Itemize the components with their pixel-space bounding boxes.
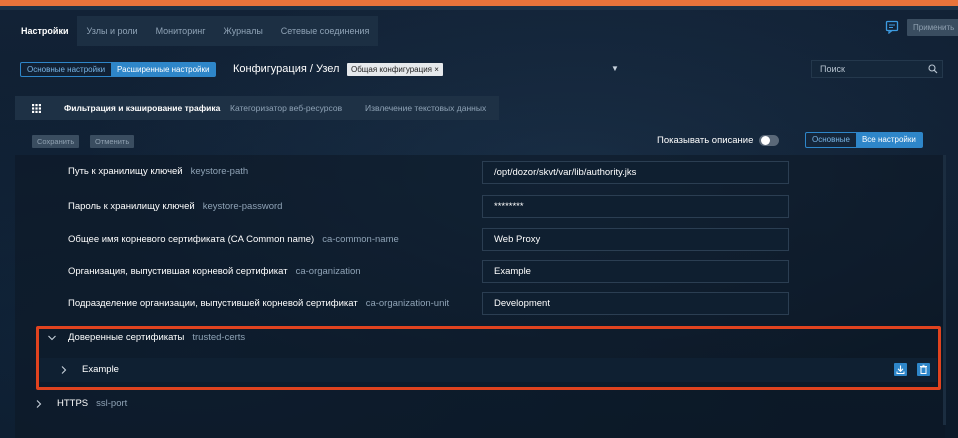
keystore-path-field[interactable]: /opt/dozor/skvt/var/lib/authority.jks: [482, 161, 789, 184]
setting-key: keystore-password: [202, 201, 283, 212]
setting-key: ca-common-name: [322, 234, 399, 245]
toggle-knob: [761, 136, 770, 145]
view-switch: Основные Все настройки: [805, 132, 923, 148]
cancel-button[interactable]: Отменить: [90, 135, 135, 148]
setting-key: ca-organization-unit: [365, 298, 450, 309]
ca-common-name-field[interactable]: Web Proxy: [482, 228, 789, 251]
apply-button[interactable]: Применить: [907, 19, 958, 36]
highlight-frame: [36, 326, 941, 390]
show-description-label: Показывать описание: [657, 135, 754, 146]
setting-label-ca-organization: Организация, выпустившая корневой сертиф…: [68, 266, 361, 277]
top-strip: [0, 6, 958, 10]
tab-logs[interactable]: Журналы: [214, 16, 272, 46]
setting-key: keystore-path: [190, 166, 249, 177]
scrollbar[interactable]: [943, 155, 946, 425]
config-dropdown-caret-icon[interactable]: ▼: [611, 64, 619, 73]
comment-icon[interactable]: [885, 20, 899, 34]
ca-organization-field[interactable]: Example: [482, 260, 789, 283]
tab-traffic-filtering[interactable]: Фильтрация и кэширование трафика: [56, 96, 228, 120]
grid-menu-icon[interactable]: [32, 104, 41, 113]
tab-settings[interactable]: Настройки: [12, 16, 77, 46]
advanced-settings-button[interactable]: Расширенные настройки: [111, 63, 216, 76]
show-description-toggle[interactable]: [759, 135, 779, 146]
tab-network-connections[interactable]: Сетевые соединения: [271, 16, 379, 46]
save-button[interactable]: Сохранить: [32, 135, 80, 148]
setting-label-ca-organization-unit: Подразделение организации, выпустившей к…: [68, 298, 450, 309]
setting-key: ssl-port: [96, 398, 128, 409]
ca-organization-unit-field[interactable]: Development: [482, 292, 789, 315]
config-filter-tag[interactable]: Общая конфигурация ×: [347, 63, 443, 76]
setting-label-keystore-path: Путь к хранилищу ключей keystore-path: [68, 166, 249, 177]
main-tab-bar: Настройки Узлы и роли Мониторинг Журналы…: [12, 16, 379, 46]
basic-settings-button[interactable]: Основные настройки: [21, 63, 111, 76]
setting-label-keystore-password: Пароль к хранилищу ключей keystore-passwo…: [68, 201, 283, 212]
page-title: Конфигурация / Узел: [233, 63, 340, 75]
search-icon: [928, 64, 938, 74]
chevron-right-icon[interactable]: [35, 400, 43, 408]
settings-mode-switch: Основные настройки Расширенные настройки: [20, 62, 217, 77]
tab-web-categorizer[interactable]: Категоризатор веб-ресурсов: [222, 96, 350, 120]
tab-text-extraction[interactable]: Извлечение текстовых данных: [357, 96, 494, 120]
tab-nodes-roles[interactable]: Узлы и роли: [77, 16, 147, 46]
setting-label-ca-common-name: Общее имя корневого сертификата (CA Comm…: [68, 234, 399, 245]
all-settings-button[interactable]: Все настройки: [855, 133, 922, 147]
keystore-password-field[interactable]: ********: [482, 195, 789, 218]
search-placeholder: Поиск: [820, 64, 845, 74]
basic-view-button[interactable]: Основные: [806, 133, 856, 147]
search-input[interactable]: Поиск: [811, 60, 943, 78]
setting-key: ca-organization: [295, 266, 361, 277]
https-section[interactable]: HTTPS ssl-port: [57, 397, 127, 411]
tab-monitoring[interactable]: Мониторинг: [146, 16, 215, 46]
